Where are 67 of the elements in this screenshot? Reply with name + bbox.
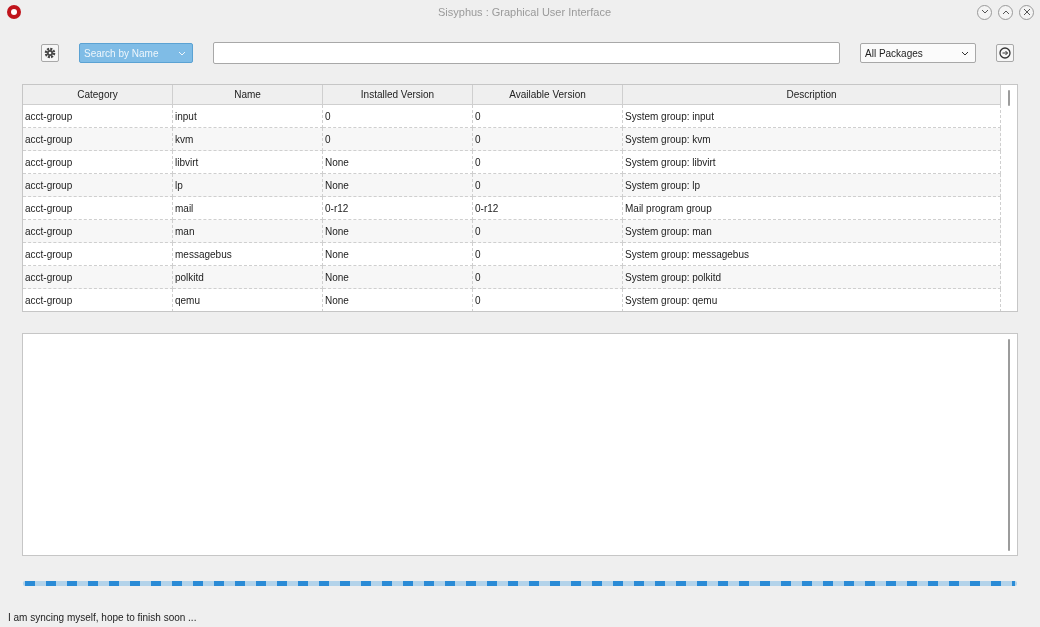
caret-icon <box>178 50 186 56</box>
table-cell: messagebus <box>173 243 323 266</box>
table-cell: kvm <box>173 128 323 151</box>
table-cell: libvirt <box>173 151 323 174</box>
table-cell: 0 <box>473 105 623 128</box>
column-header[interactable]: Name <box>173 85 323 105</box>
maximize-button[interactable] <box>998 4 1013 20</box>
table-cell: lp <box>173 174 323 197</box>
table-cell: System group: polkitd <box>623 266 1001 289</box>
table-cell: qemu <box>173 289 323 311</box>
table-cell: System group: libvirt <box>623 151 1001 174</box>
status-message: I am syncing myself, hope to finish soon ... <box>7 612 198 623</box>
table-cell: None <box>323 266 473 289</box>
table-cell: acct-group <box>23 151 173 174</box>
table-cell: acct-group <box>23 289 173 311</box>
close-icon <box>1022 8 1031 16</box>
table-cell: System group: messagebus <box>623 243 1001 266</box>
table-cell: acct-group <box>23 197 173 220</box>
table-cell: 0 <box>473 174 623 197</box>
settings-button[interactable] <box>41 44 59 62</box>
table-cell: None <box>323 243 473 266</box>
table-cell: Mail program group <box>623 197 1001 220</box>
table-cell: input <box>173 105 323 128</box>
sync-button[interactable] <box>996 44 1014 62</box>
caret-icon <box>961 50 969 56</box>
table-cell: polkitd <box>173 266 323 289</box>
table-cell: acct-group <box>23 220 173 243</box>
scrollbar-thumb[interactable] <box>1008 339 1010 551</box>
table-cell: None <box>323 220 473 243</box>
table-cell: None <box>323 289 473 311</box>
column-header[interactable]: Available Version <box>473 85 623 105</box>
scrollbar-thumb[interactable] <box>1008 90 1010 106</box>
table-cell: 0 <box>323 105 473 128</box>
table-cell: acct-group <box>23 128 173 151</box>
package-filter-dropdown[interactable]: All Packages <box>860 43 976 63</box>
table-cell: 0 <box>473 243 623 266</box>
table-cell: acct-group <box>23 174 173 197</box>
table-cell: None <box>323 174 473 197</box>
table-cell: System group: man <box>623 220 1001 243</box>
search-field[interactable] <box>213 42 840 64</box>
table-cell: mail <box>173 197 323 220</box>
minimize-button[interactable] <box>977 4 992 20</box>
table-cell: 0-r12 <box>473 197 623 220</box>
close-button[interactable] <box>1019 4 1034 20</box>
chevron-down-icon <box>980 9 989 15</box>
table-cell: 0-r12 <box>323 197 473 220</box>
window-title: Sisyphus : Graphical User Interface <box>437 6 612 18</box>
table-cell: acct-group <box>23 243 173 266</box>
column-header[interactable]: Description <box>623 85 1001 105</box>
table-cell: 0 <box>323 128 473 151</box>
table-cell: 0 <box>473 289 623 311</box>
table-cell: 0 <box>473 151 623 174</box>
table-cell: man <box>173 220 323 243</box>
table-cell: acct-group <box>23 266 173 289</box>
table-cell: System group: lp <box>623 174 1001 197</box>
table-cell: System group: kvm <box>623 128 1001 151</box>
table-cell: 0 <box>473 266 623 289</box>
table-cell: 0 <box>473 128 623 151</box>
table-cell: acct-group <box>23 105 173 128</box>
table-cell: System group: input <box>623 105 1001 128</box>
chevron-up-icon <box>1001 9 1010 15</box>
table-cell: None <box>323 151 473 174</box>
app-logo-icon <box>6 4 22 20</box>
column-header[interactable]: Installed Version <box>323 85 473 105</box>
column-header[interactable]: Category <box>23 85 173 105</box>
table-cell: 0 <box>473 220 623 243</box>
table-cell: System group: qemu <box>623 289 1001 311</box>
